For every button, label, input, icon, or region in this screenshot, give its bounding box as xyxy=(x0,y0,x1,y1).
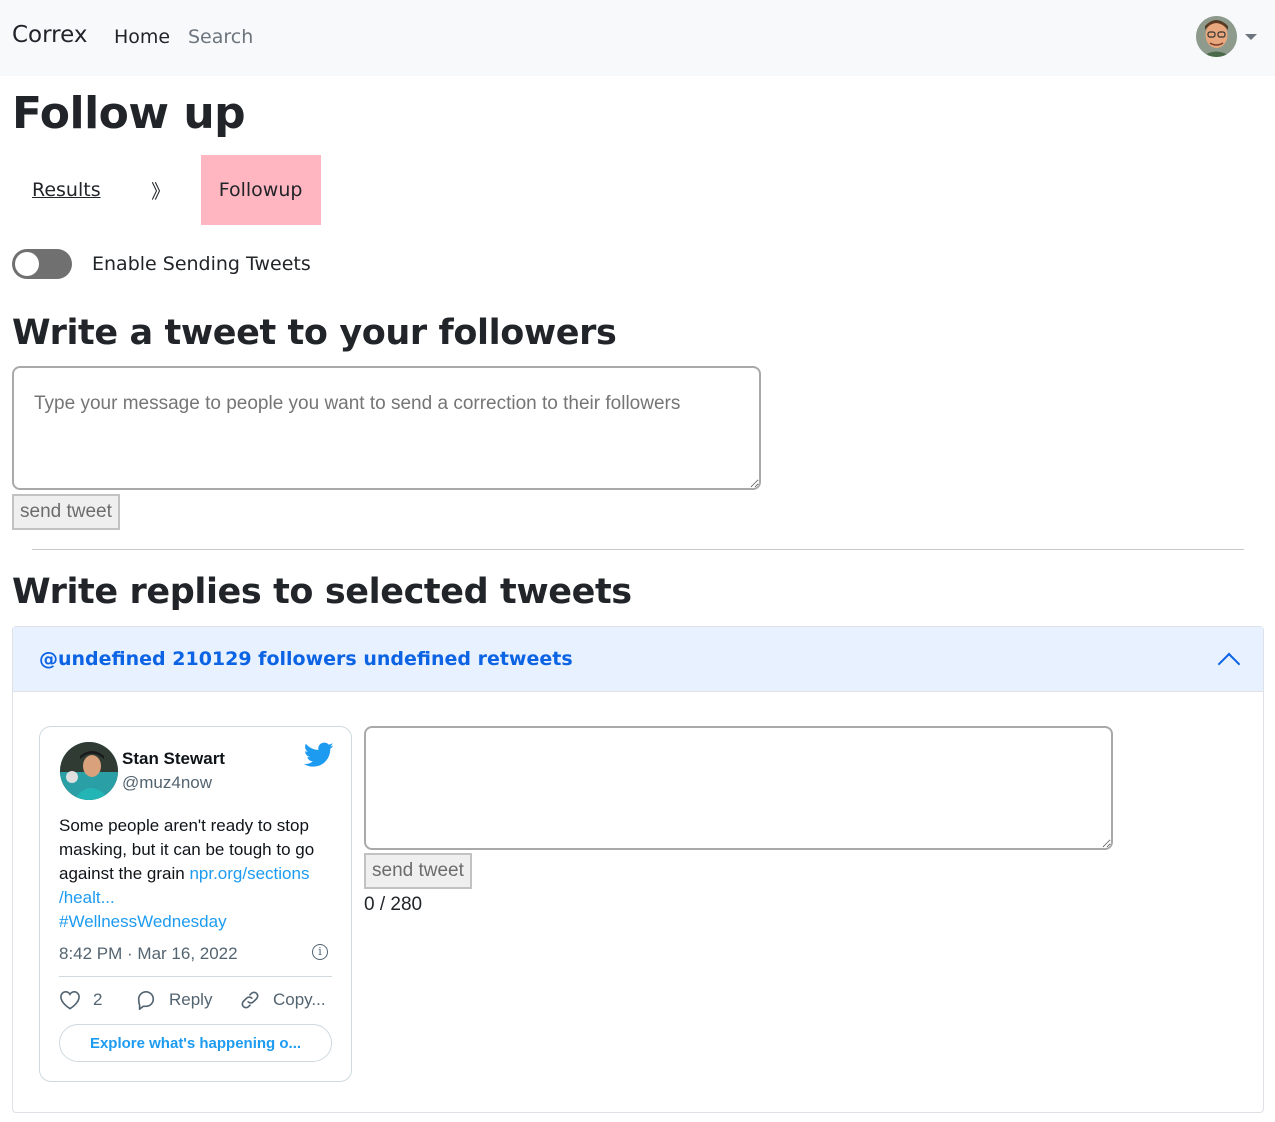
enable-sending-toggle[interactable] xyxy=(12,249,72,279)
reply-action[interactable]: Reply xyxy=(135,990,239,1010)
tweet-author-handle[interactable]: @muz4now xyxy=(122,773,212,793)
copy-link-action[interactable]: Copy... xyxy=(239,989,326,1011)
breadcrumb: Results 》 Followup xyxy=(12,155,321,225)
reply-input[interactable] xyxy=(364,726,1113,850)
followers-message-input[interactable] xyxy=(12,366,761,490)
navbar: Correx Home Search xyxy=(0,0,1275,76)
send-toggle-row: Enable Sending Tweets xyxy=(12,249,311,279)
tweet-divider xyxy=(59,976,332,977)
tweet-accordion: @undefined 210129 followers undefined re… xyxy=(12,626,1264,1113)
tweet-timestamp[interactable]: 8:42 PM · Mar 16, 2022 xyxy=(59,944,238,964)
heart-icon xyxy=(60,990,80,1010)
toggle-label: Enable Sending Tweets xyxy=(92,253,311,275)
user-menu[interactable] xyxy=(1196,16,1257,57)
embedded-tweet: Stan Stewart @muz4now Some people aren't… xyxy=(39,726,352,1082)
tweet-hashtag[interactable]: #WellnessWednesday xyxy=(59,912,227,931)
nav-search-link[interactable]: Search xyxy=(188,26,253,48)
chevron-up-icon xyxy=(1217,652,1241,676)
breadcrumb-separator: 》 xyxy=(151,180,171,203)
page-title: Follow up xyxy=(12,88,246,139)
like-count: 2 xyxy=(93,990,103,1009)
twitter-bird-icon[interactable] xyxy=(304,742,334,768)
info-icon[interactable]: i xyxy=(312,944,328,960)
tweet-body: Some people aren't ready to stop masking… xyxy=(59,814,339,934)
accordion-title: @undefined 210129 followers undefined re… xyxy=(39,648,573,670)
tweet-author-name[interactable]: Stan Stewart xyxy=(122,749,225,769)
breadcrumb-current: Followup xyxy=(200,155,321,225)
like-action[interactable]: 2 xyxy=(59,990,135,1010)
tweet-followers-heading: Write a tweet to your followers xyxy=(12,313,617,353)
tweet-actions: 2 Reply Copy... xyxy=(59,989,339,1011)
copy-label: Copy... xyxy=(273,990,326,1009)
breadcrumb-results-link[interactable]: Results xyxy=(12,179,121,201)
send-tweet-button[interactable]: send tweet xyxy=(12,494,120,530)
user-avatar xyxy=(1196,16,1237,57)
reply-label: Reply xyxy=(169,990,213,1009)
reply-icon xyxy=(137,990,155,1010)
tweet-author-avatar[interactable] xyxy=(60,742,118,800)
toggle-knob xyxy=(15,252,39,276)
brand-logo[interactable]: Correx xyxy=(12,22,88,48)
link-icon xyxy=(241,991,259,1009)
explore-button[interactable]: Explore what's happening o... xyxy=(59,1024,332,1062)
divider xyxy=(32,549,1244,550)
nav-home-link[interactable]: Home xyxy=(114,26,170,48)
character-counter: 0 / 280 xyxy=(364,894,423,915)
accordion-header[interactable]: @undefined 210129 followers undefined re… xyxy=(13,627,1263,692)
send-reply-button[interactable]: send tweet xyxy=(364,853,472,889)
replies-heading: Write replies to selected tweets xyxy=(12,572,632,612)
caret-down-icon xyxy=(1245,33,1257,40)
